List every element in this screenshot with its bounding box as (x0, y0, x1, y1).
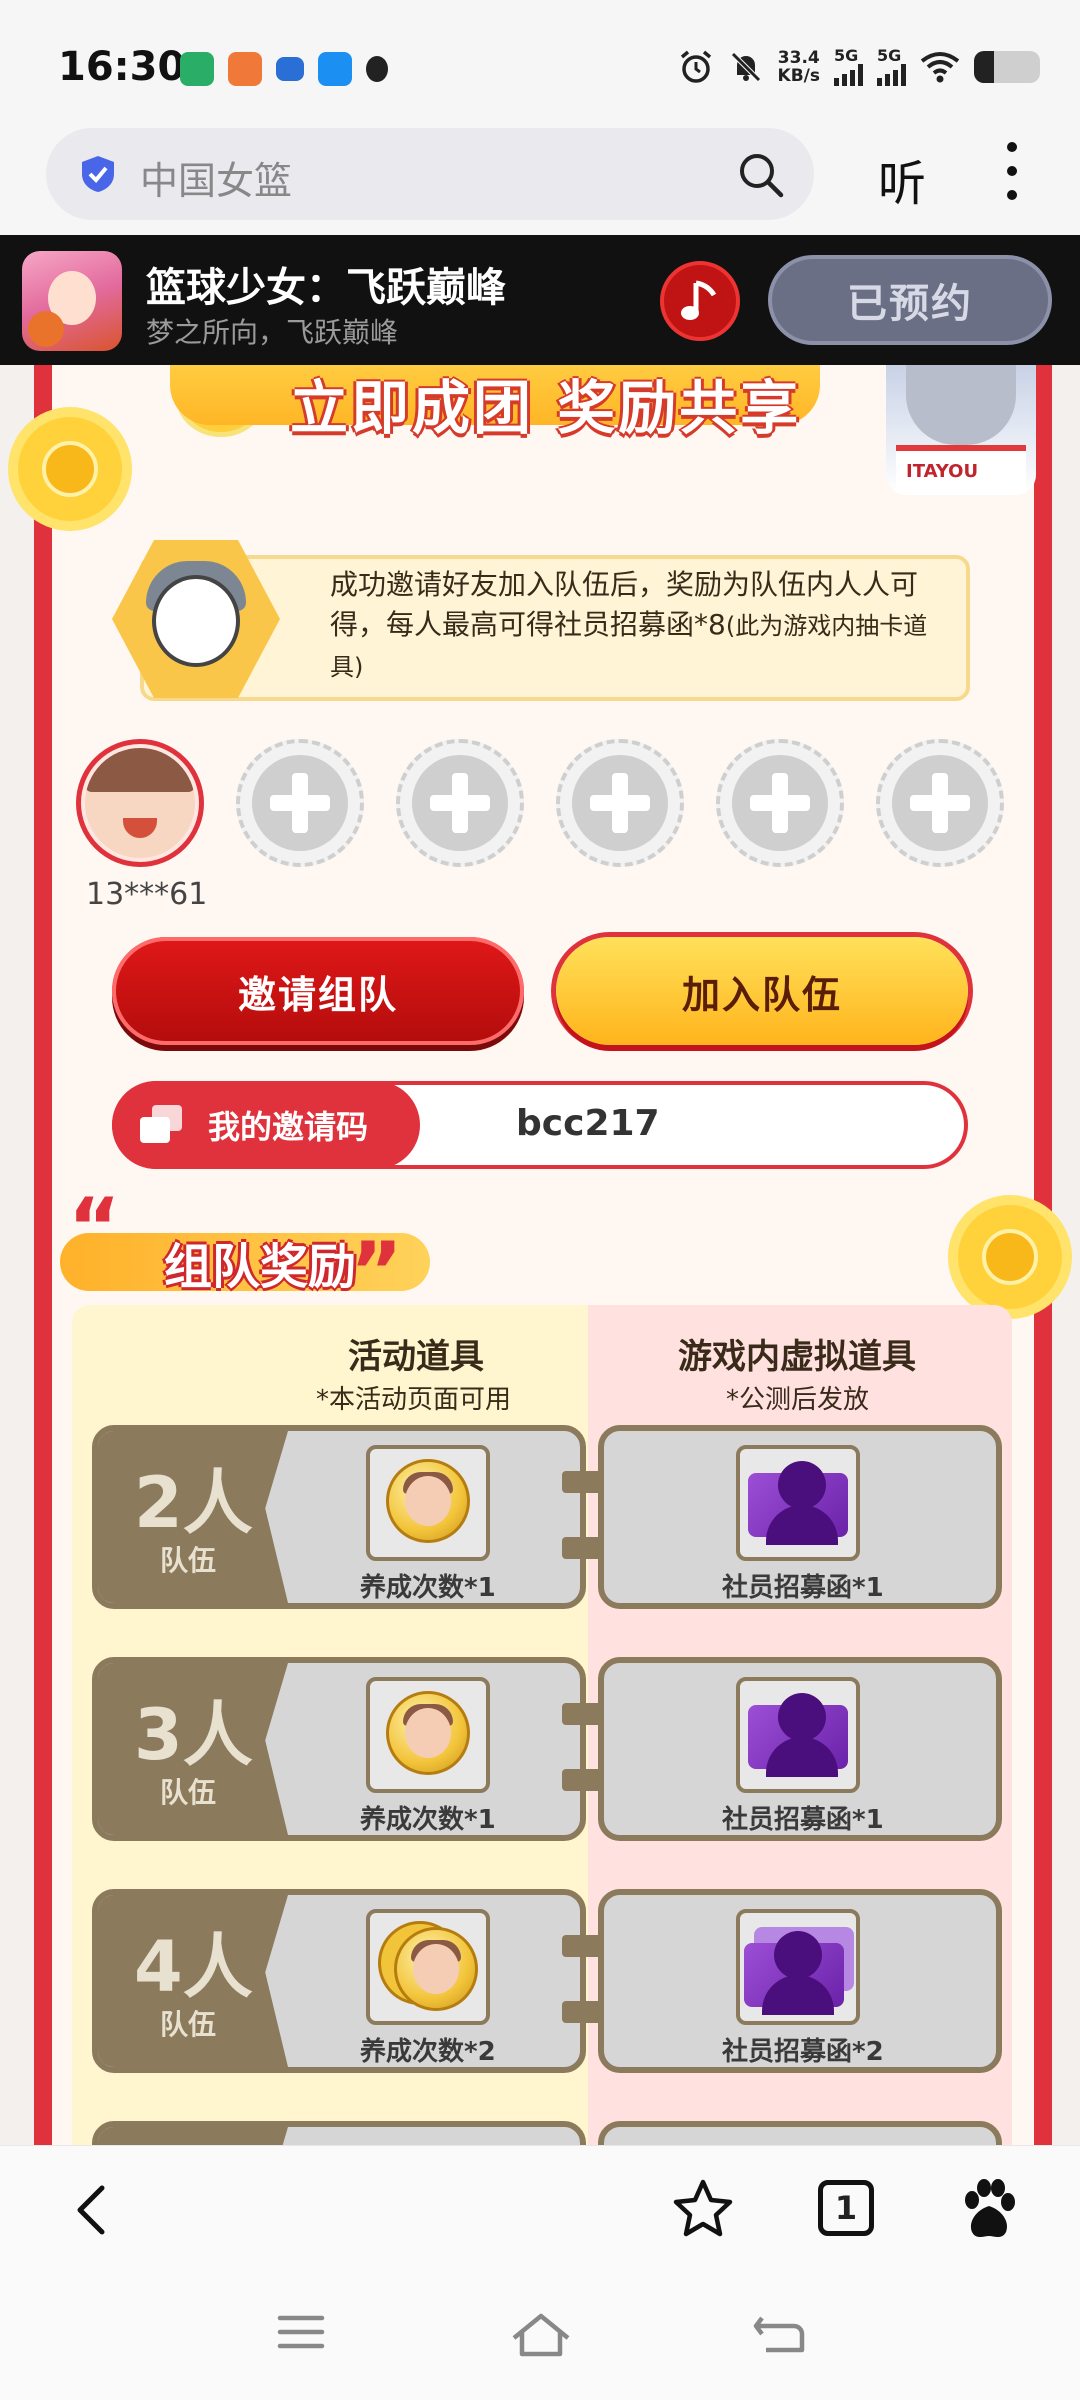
menu-icon[interactable] (276, 2310, 326, 2354)
empty-slot-add-icon[interactable] (396, 739, 524, 867)
game-app-icon[interactable] (22, 251, 122, 351)
tier-team-label: 队伍 (160, 1544, 217, 1577)
back-gesture-icon[interactable] (752, 2310, 806, 2356)
more-menu-icon[interactable] (1000, 142, 1024, 208)
basketball-badge-icon (958, 1205, 1062, 1309)
tier-size: 4人 (134, 1926, 253, 2008)
game-title: 篮球少女：飞跃巅峰 (146, 265, 506, 311)
invite-code-value[interactable]: bcc217 (516, 1103, 660, 1144)
open-quote-icon: “ (68, 1181, 121, 1274)
reward-tier-row (92, 2121, 1002, 2145)
tier-size: 2人 (134, 1462, 253, 1544)
team-member-name: 13***61 (86, 877, 208, 912)
activity-items-subheader: *本活动页面可用 (316, 1385, 512, 1415)
browser-toolbar: 中国女篮 听 (0, 120, 1080, 235)
signal-bars-icon (877, 64, 906, 86)
system-icons: 33.4 KB/s 5G 5G (678, 48, 1040, 86)
game-subtitle: 梦之所向，飞跃巅峰 (146, 316, 399, 349)
invite-code-label: 我的邀请码 (208, 1108, 369, 1146)
baidu-paw-icon[interactable] (958, 2176, 1020, 2242)
sim2-signal: 5G (877, 48, 906, 86)
search-icon[interactable] (738, 152, 784, 198)
tier-size: 3人 (134, 1694, 253, 1776)
search-box[interactable]: 中国女篮 (46, 128, 814, 220)
network-speed-unit: KB/s (777, 66, 820, 86)
wechat-icon (180, 52, 214, 86)
team-member-avatar (76, 739, 204, 867)
basketball-badge-icon (18, 417, 122, 521)
sim1-signal: 5G (834, 48, 863, 86)
game-item-label: 社员招募函*2 (722, 2037, 884, 2067)
info-text: 成功邀请好友加入队伍后，奖励为队伍内人人可得，每人最高可得社员招募函*8(此为游… (330, 565, 950, 687)
home-icon[interactable] (510, 2310, 572, 2358)
tabs-count-button[interactable]: 1 (818, 2180, 874, 2236)
invite-team-button[interactable]: 邀请组队 (112, 937, 524, 1045)
mute-icon (730, 52, 761, 82)
rewards-table: 活动道具 *本活动页面可用 游戏内虚拟道具 *公测后发放 2人 队伍 养成次数*… (72, 1305, 1012, 2145)
reserved-button[interactable]: 已预约 (768, 255, 1052, 345)
recruit-ticket-icon (736, 1445, 860, 1561)
invite-code-bar[interactable]: 我的邀请码 bcc217 (112, 1081, 968, 1169)
empty-slot-add-icon[interactable] (556, 739, 684, 867)
game-item-label: 社员招募函*1 (722, 1805, 884, 1835)
battery-icon (974, 51, 1040, 83)
activity-item-label: 养成次数*1 (360, 1573, 496, 1603)
activity-item-label: 养成次数*1 (360, 1805, 496, 1835)
rewards-section-title: “ 组队奖励 ” (50, 1181, 430, 1318)
system-navigation-bar (0, 2270, 1080, 2400)
back-arrow-icon[interactable] (66, 2182, 118, 2238)
game-items-header: 游戏内虚拟道具 (678, 1337, 916, 1377)
invite-code-tag: 我的邀请码 (112, 1081, 420, 1169)
game-item-label: 社员招募函*1 (722, 1573, 884, 1603)
training-coin-icon (366, 1677, 490, 1793)
browser-bottom-nav: 1 (0, 2145, 1080, 2270)
sim1-label: 5G (834, 46, 859, 65)
training-coins-icon (366, 1909, 490, 2025)
game-promo-banner[interactable]: 篮球少女：飞跃巅峰 梦之所向，飞跃巅峰 已预约 (0, 235, 1080, 365)
qq-icon (366, 56, 388, 82)
tier-team-label: 队伍 (160, 1776, 217, 1809)
listen-button[interactable]: 听 (878, 144, 926, 214)
blue-app2-icon (318, 52, 352, 86)
reward-tier-row: 3人 队伍 养成次数*1 社员招募函*1 (92, 1657, 1002, 1841)
network-speed-value: 33.4 (777, 48, 820, 68)
status-bar: 16:30 33.4 KB/s 5G 5G (0, 0, 1080, 130)
clock: 16:30 (58, 44, 186, 90)
event-page: 立即成团 奖励共享 ITAYOU 成功邀请好友加入队伍后，奖励为队伍内人人可得，… (0, 365, 1080, 2145)
mascot-illustration: ITAYOU (886, 365, 1036, 495)
wifi-icon (920, 52, 960, 83)
rewards-title: 组队奖励 (164, 1239, 357, 1295)
bookmark-star-icon[interactable] (672, 2178, 734, 2240)
join-team-button[interactable]: 加入队伍 (556, 937, 968, 1045)
empty-slot-add-icon[interactable] (236, 739, 364, 867)
shield-icon (82, 156, 114, 192)
training-coin-icon (366, 1445, 490, 1561)
mascot-shirt-text: ITAYOU (906, 461, 979, 482)
orange-app-icon (228, 52, 262, 86)
music-note-icon[interactable] (660, 261, 740, 341)
event-header-title: 立即成团 奖励共享 (290, 374, 802, 442)
recruit-ticket-icon (736, 1677, 860, 1793)
tier-team-label: 队伍 (160, 2008, 217, 2041)
sim2-label: 5G (877, 46, 902, 65)
team-slots (76, 739, 1004, 867)
reward-tier-row: 2人 队伍 养成次数*1 社员招募函*1 (92, 1425, 1002, 1609)
network-speed: 33.4 KB/s (778, 49, 820, 85)
empty-slot-add-icon[interactable] (876, 739, 1004, 867)
copy-icon (140, 1105, 184, 1145)
recruit-tickets-icon (736, 1909, 860, 2025)
activity-item-label: 养成次数*2 (360, 2037, 496, 2067)
game-items-subheader: *公测后发放 (726, 1385, 870, 1415)
signal-bars-icon (834, 64, 863, 86)
notification-icons (180, 52, 388, 86)
search-input[interactable]: 中国女篮 (140, 150, 292, 205)
activity-items-header: 活动道具 (348, 1337, 484, 1377)
alarm-icon (680, 50, 711, 83)
blue-app-icon (276, 57, 304, 81)
reward-tier-row: 4人 队伍 养成次数*2 社员招募函*2 (92, 1889, 1002, 2073)
empty-slot-add-icon[interactable] (716, 739, 844, 867)
